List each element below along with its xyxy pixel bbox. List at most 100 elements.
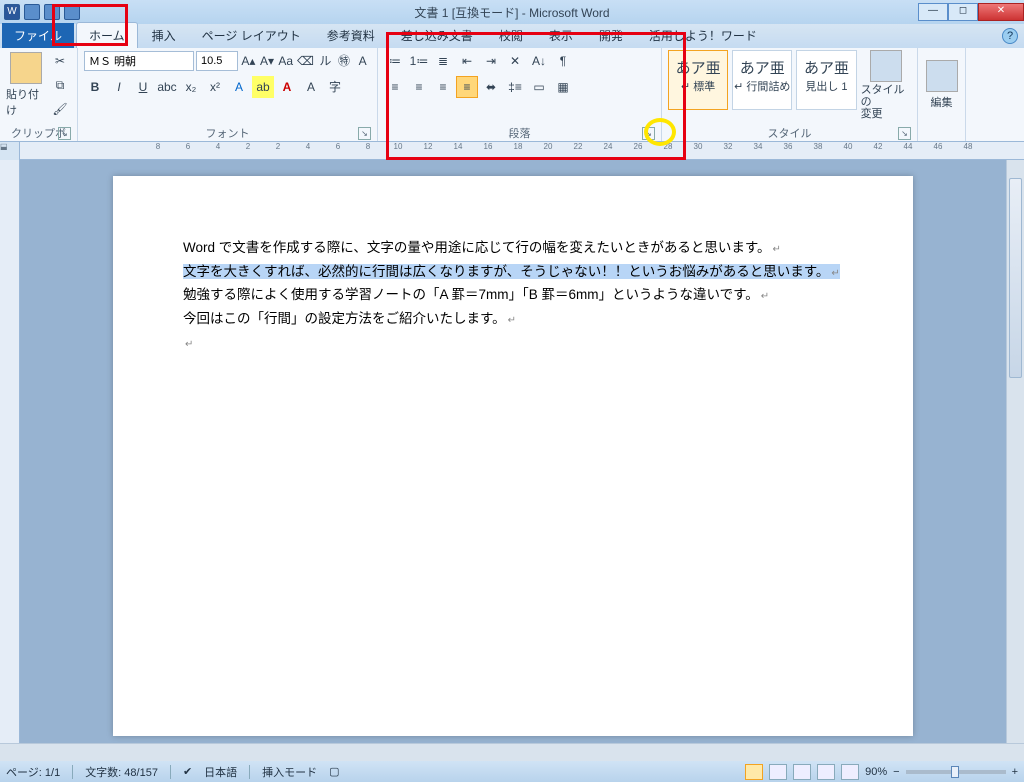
styles-launcher[interactable]: ↘ — [898, 127, 911, 140]
underline-icon[interactable]: U — [132, 76, 154, 98]
clear-format-icon[interactable]: ⌫ — [296, 50, 315, 72]
zoom-in-icon[interactable]: + — [1012, 766, 1018, 778]
status-lang[interactable]: 日本語 — [204, 764, 237, 780]
tab-pagelayout[interactable]: ページ レイアウト — [190, 23, 313, 48]
format-painter-icon[interactable]: 🖌 — [49, 98, 71, 120]
change-styles-button[interactable]: スタイルの 変更 — [861, 50, 911, 120]
cut-icon[interactable]: ✂ — [49, 50, 71, 72]
grow-font-icon[interactable]: A▴ — [240, 50, 257, 72]
style-heading1[interactable]: あア亜見出し 1 — [796, 50, 856, 110]
paste-button[interactable]: 貼り付け — [6, 50, 45, 120]
para-3[interactable]: 勉強する際によく使用する学習ノートの「A 罫＝7mm」「B 罫＝6mm」というよ… — [183, 283, 843, 307]
status-words[interactable]: 文字数: 48/157 — [85, 764, 158, 780]
para-1[interactable]: Word で文書を作成する際に、文字の量や用途に応じて行の幅を変えたいときがある… — [183, 236, 843, 260]
tab-home[interactable]: ホーム — [76, 22, 138, 48]
align-right-icon[interactable]: ≡ — [432, 76, 454, 98]
zoom-out-icon[interactable]: − — [893, 766, 899, 778]
para-2-selected[interactable]: 文字を大きくすれば、必然的に行間は広くなりますが、そうじゃない！！というお悩みが… — [183, 260, 843, 284]
ribbon: 貼り付け ✂ ⧉ 🖌 クリップボード↘ A▴ A▾ Aa ⌫ ル ㊕ A — [0, 48, 1024, 142]
tab-review[interactable]: 校閲 — [487, 23, 535, 48]
view-read-icon[interactable] — [769, 764, 787, 780]
scrollbar-horizontal[interactable] — [0, 743, 1024, 761]
redo-icon[interactable] — [64, 4, 80, 20]
tab-mailings[interactable]: 差し込み文書 — [389, 23, 485, 48]
group-label: 段落 — [509, 128, 531, 140]
document-viewport[interactable]: Word で文書を作成する際に、文字の量や用途に応じて行の幅を変えたいときがある… — [20, 160, 1006, 743]
text-effects-icon[interactable]: A — [228, 76, 250, 98]
style-normal[interactable]: あア亜↵ 標準 — [668, 50, 728, 110]
clipboard-launcher[interactable]: ↘ — [58, 127, 71, 140]
undo-icon[interactable] — [44, 4, 60, 20]
help-icon[interactable]: ? — [1002, 28, 1018, 44]
shading-icon[interactable]: ▭ — [528, 76, 550, 98]
numbering-icon[interactable]: 1≔ — [408, 50, 430, 72]
group-paragraph: ≔ 1≔ ≣ ⇤ ⇥ ✕ A↓ ¶ ≡ ≡ ≡ ≡ ⬌ ‡≡ ▭ ▦ 段落 ↘ — [378, 48, 662, 141]
font-launcher[interactable]: ↘ — [358, 127, 371, 140]
multilevel-icon[interactable]: ≣ — [432, 50, 454, 72]
page: Word で文書を作成する際に、文字の量や用途に応じて行の幅を変えたいときがある… — [113, 176, 913, 736]
asian-spacing-icon[interactable]: ✕ — [504, 50, 526, 72]
distribute-icon[interactable]: ⬌ — [480, 76, 502, 98]
line-spacing-icon[interactable]: ‡≡ — [504, 76, 526, 98]
align-center-icon[interactable]: ≡ — [408, 76, 430, 98]
highlight-icon[interactable]: ab — [252, 76, 274, 98]
para-4[interactable]: 今回はこの「行間」の設定方法をご紹介いたします。 — [183, 307, 843, 331]
ruler-vertical[interactable] — [0, 160, 20, 743]
view-draft-icon[interactable] — [841, 764, 859, 780]
save-icon[interactable] — [24, 4, 40, 20]
paragraph-launcher[interactable]: ↘ — [642, 127, 655, 140]
decrease-indent-icon[interactable]: ⇤ — [456, 50, 478, 72]
tab-addon[interactable]: 活用しよう！ワード — [637, 23, 769, 48]
superscript-icon[interactable]: x² — [204, 76, 226, 98]
status-mode[interactable]: 挿入モード — [262, 764, 317, 780]
scrollbar-vertical[interactable] — [1006, 160, 1024, 743]
bullets-icon[interactable]: ≔ — [384, 50, 406, 72]
tab-insert[interactable]: 挿入 — [140, 23, 188, 48]
style-nospace[interactable]: あア亜↵ 行間詰め — [732, 50, 792, 110]
bold-icon[interactable]: B — [84, 76, 106, 98]
align-left-icon[interactable]: ≡ — [384, 76, 406, 98]
para-empty[interactable] — [183, 331, 843, 355]
zoom-slider[interactable] — [906, 770, 1006, 774]
shrink-font-icon[interactable]: A▾ — [259, 50, 276, 72]
sort-icon[interactable]: A↓ — [528, 50, 550, 72]
edit-button[interactable]: 編集 — [924, 50, 959, 120]
status-proof-icon[interactable]: ✔ — [183, 765, 192, 778]
char-shading-icon[interactable]: A — [300, 76, 322, 98]
view-web-icon[interactable] — [793, 764, 811, 780]
scroll-thumb[interactable] — [1009, 178, 1022, 378]
font-color-icon[interactable]: A — [276, 76, 298, 98]
font-size-select[interactable] — [196, 51, 238, 71]
view-outline-icon[interactable] — [817, 764, 835, 780]
strike-icon[interactable]: abc — [156, 76, 178, 98]
show-marks-icon[interactable]: ¶ — [552, 50, 574, 72]
tab-developer[interactable]: 開発 — [587, 23, 635, 48]
italic-icon[interactable]: I — [108, 76, 130, 98]
group-styles: あア亜↵ 標準 あア亜↵ 行間詰め あア亜見出し 1 スタイルの 変更 スタイル… — [662, 48, 918, 141]
view-print-icon[interactable] — [745, 764, 763, 780]
group-label: フォント — [206, 128, 250, 140]
close-button[interactable]: ✕ — [978, 3, 1024, 21]
tab-view[interactable]: 表示 — [537, 23, 585, 48]
minimize-button[interactable]: — — [918, 3, 948, 21]
phonetic-icon[interactable]: ル — [317, 50, 334, 72]
status-page[interactable]: ページ: 1/1 — [6, 764, 60, 780]
borders-icon[interactable]: ▦ — [552, 76, 574, 98]
tab-references[interactable]: 参考資料 — [315, 23, 387, 48]
change-case-icon[interactable]: Aa — [277, 50, 294, 72]
status-macro-icon[interactable]: ▢ — [329, 765, 339, 778]
font-name-select[interactable] — [84, 51, 194, 71]
subscript-icon[interactable]: x₂ — [180, 76, 202, 98]
copy-icon[interactable]: ⧉ — [49, 74, 71, 96]
increase-indent-icon[interactable]: ⇥ — [480, 50, 502, 72]
ruler-corner[interactable]: ⬓ — [0, 142, 20, 160]
status-bar: ページ: 1/1 文字数: 48/157 ✔ 日本語 挿入モード ▢ 90% −… — [0, 761, 1024, 782]
file-tab[interactable]: ファイル — [2, 23, 74, 48]
justify-icon[interactable]: ≡ — [456, 76, 478, 98]
char-border-icon[interactable]: A — [354, 50, 371, 72]
zoom-level[interactable]: 90% — [865, 766, 887, 778]
ruler-horizontal[interactable]: ⬓ 86422468101214161820222426283032343638… — [0, 142, 1024, 160]
asian-layout-icon[interactable]: 字 — [324, 76, 346, 98]
enclose-icon[interactable]: ㊕ — [336, 50, 353, 72]
maximize-button[interactable]: ◻ — [948, 3, 978, 21]
